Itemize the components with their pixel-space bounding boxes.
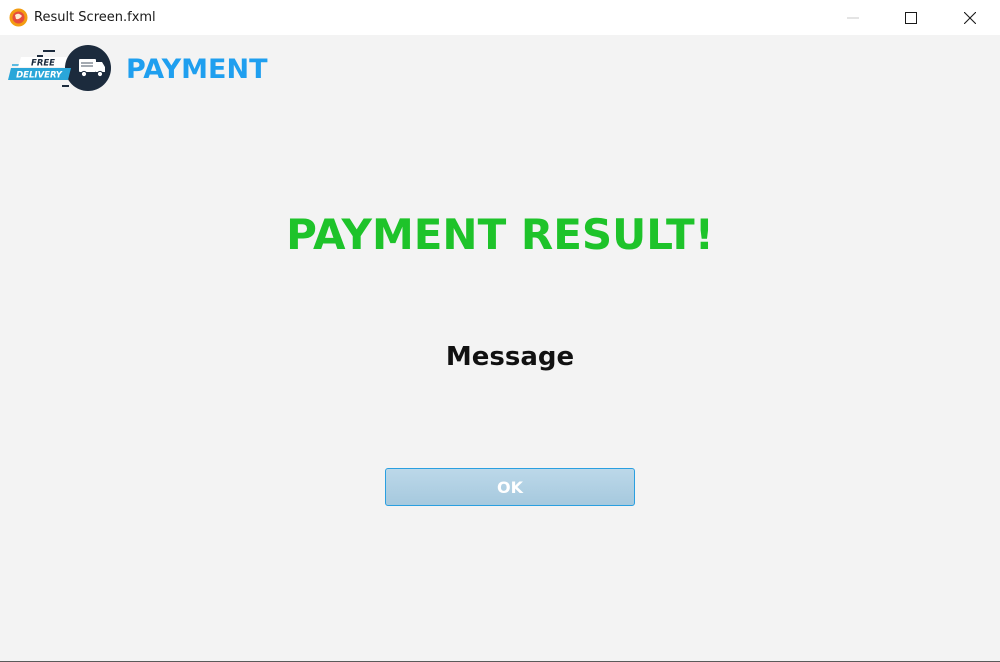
header-title: PAYMENT	[126, 54, 268, 85]
svg-text:FREE: FREE	[31, 59, 55, 69]
payment-result-title: PAYMENT RESULT!	[286, 210, 714, 259]
free-delivery-logo: FREE DELIVERY	[8, 45, 111, 91]
minimize-button[interactable]	[824, 0, 882, 35]
minimize-icon	[847, 17, 859, 18]
title-bar[interactable]: Result Screen.fxml	[0, 0, 1000, 35]
close-icon	[964, 11, 976, 24]
window-title: Result Screen.fxml	[34, 10, 156, 25]
java-app-icon	[9, 8, 28, 27]
ok-button-label: OK	[497, 477, 523, 497]
svg-text:DELIVERY: DELIVERY	[16, 71, 63, 81]
message-label: Message	[445, 342, 575, 372]
result-window: Result Screen.fxml FREE DELIVERY PAYMENT…	[0, 0, 1000, 662]
maximize-icon	[905, 11, 917, 24]
maximize-button[interactable]	[882, 0, 940, 35]
close-button[interactable]	[941, 0, 999, 35]
ok-button[interactable]: OK	[385, 468, 635, 506]
